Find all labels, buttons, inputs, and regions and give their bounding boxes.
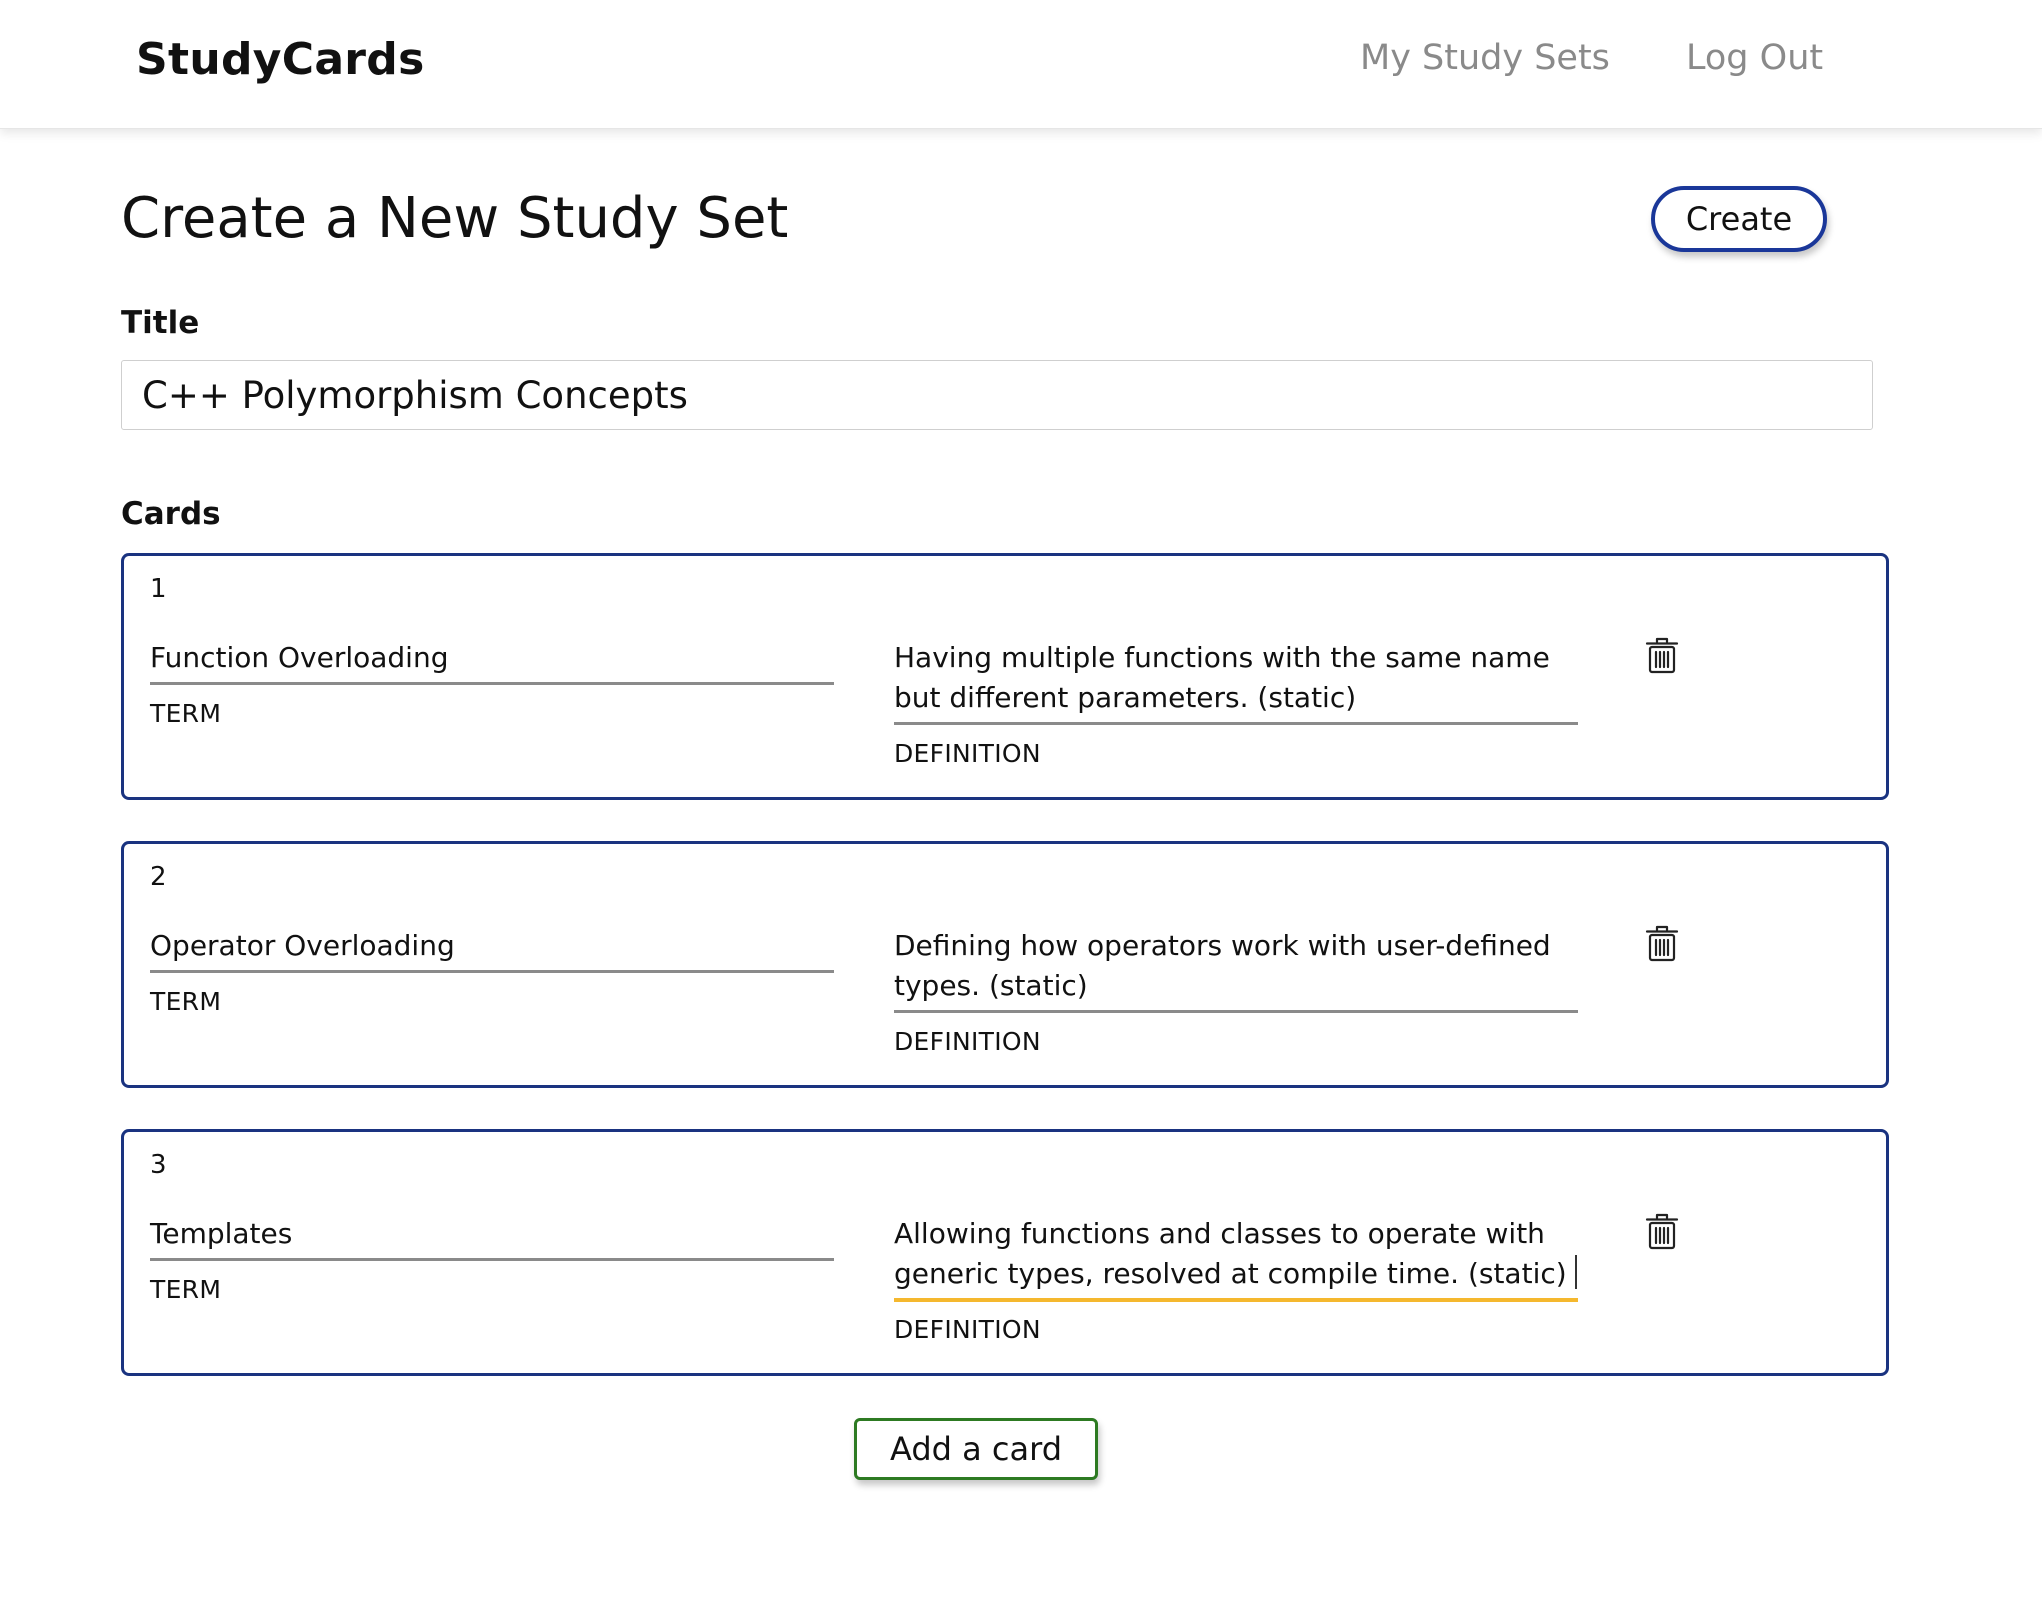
definition-input[interactable]: Allowing functions and classes to operat… [894, 1214, 1578, 1302]
definition-label: DEFINITION [894, 739, 1041, 768]
trash-icon[interactable] [1642, 1211, 1682, 1251]
term-label: TERM [150, 699, 222, 728]
card-number: 1 [150, 574, 167, 604]
top-navbar: StudyCards My Study Sets Log Out [0, 0, 2042, 129]
page-title: Create a New Study Set [121, 186, 789, 251]
definition-label: DEFINITION [894, 1315, 1041, 1344]
card-item: 2 Operator Overloading TERM Defining how… [121, 841, 1889, 1088]
definition-input[interactable]: Defining how operators work with user-de… [894, 926, 1578, 1013]
term-input[interactable]: Templates [150, 1214, 834, 1261]
definition-text: Allowing functions and classes to operat… [894, 1217, 1567, 1290]
nav-log-out[interactable]: Log Out [1686, 38, 1823, 78]
title-label: Title [121, 305, 200, 341]
brand-logo[interactable]: StudyCards [136, 34, 425, 85]
trash-icon[interactable] [1642, 923, 1682, 963]
definition-label: DEFINITION [894, 1027, 1041, 1056]
card-item: 1 Function Overloading TERM Having multi… [121, 553, 1889, 800]
term-input[interactable]: Operator Overloading [150, 926, 834, 973]
create-button[interactable]: Create [1651, 186, 1827, 252]
term-label: TERM [150, 1275, 222, 1304]
card-item: 3 Templates TERM Allowing functions and … [121, 1129, 1889, 1376]
cards-label: Cards [121, 496, 221, 532]
add-card-button[interactable]: Add a card [854, 1418, 1098, 1480]
nav-my-study-sets[interactable]: My Study Sets [1360, 38, 1610, 78]
term-input[interactable]: Function Overloading [150, 638, 834, 685]
card-number: 2 [150, 862, 167, 892]
trash-icon[interactable] [1642, 635, 1682, 675]
term-label: TERM [150, 987, 222, 1016]
card-number: 3 [150, 1150, 167, 1180]
text-caret [1574, 1255, 1577, 1289]
definition-input[interactable]: Having multiple functions with the same … [894, 638, 1578, 725]
title-input[interactable] [121, 360, 1873, 430]
